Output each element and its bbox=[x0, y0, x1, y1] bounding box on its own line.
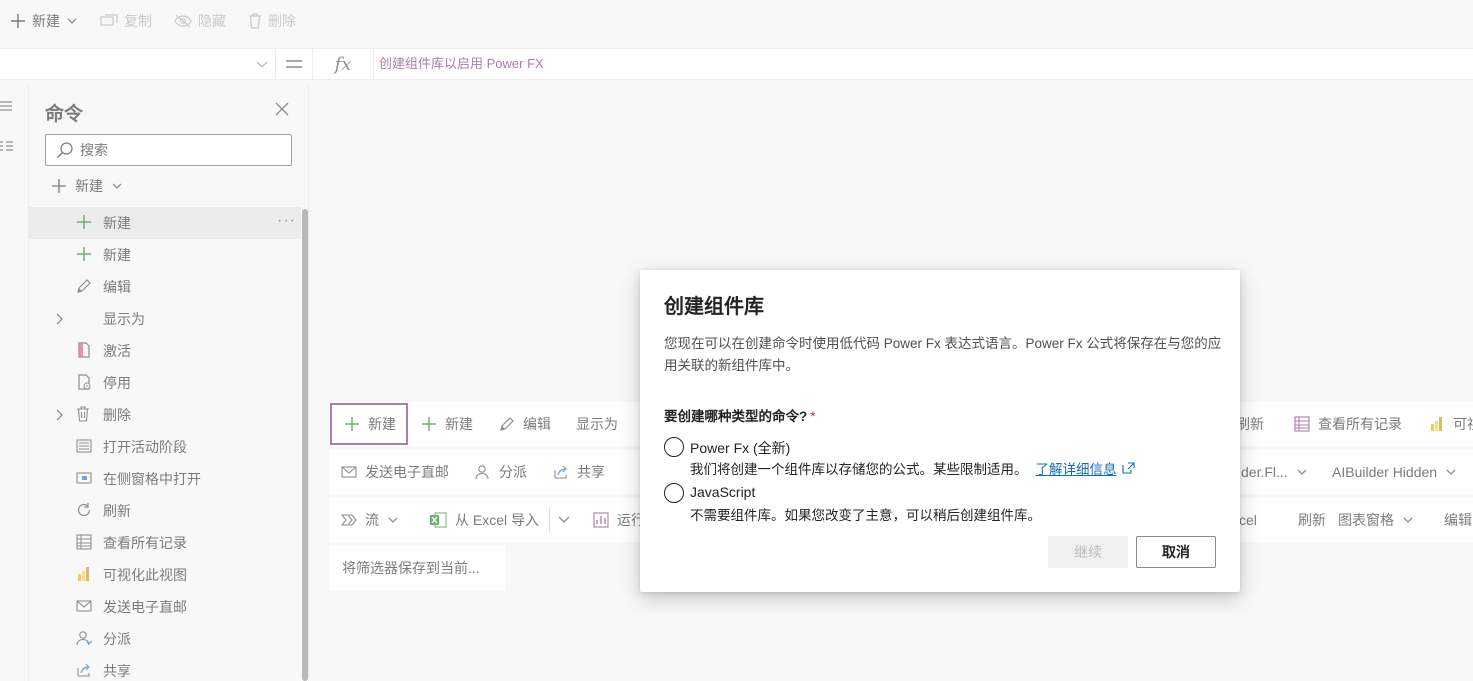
option-javascript-label: JavaScript bbox=[690, 484, 756, 500]
radio-javascript[interactable] bbox=[664, 483, 684, 503]
dialog-question-text: 要创建哪种类型的命令? bbox=[664, 409, 808, 424]
cancel-button[interactable]: 取消 bbox=[1136, 536, 1216, 568]
option-power-fx-label: Power Fx (全新) bbox=[690, 440, 791, 456]
option-power-fx-description: 我们将创建一个组件库以存储您的公式。某些限制适用。 了解详细信息 bbox=[690, 458, 1135, 478]
continue-button[interactable]: 继续 bbox=[1048, 536, 1128, 568]
dialog-title: 创建组件库 bbox=[664, 296, 764, 318]
radio-power-fx[interactable] bbox=[664, 437, 684, 457]
external-link-icon bbox=[1121, 462, 1135, 474]
learn-more-link[interactable]: 了解详细信息 bbox=[1036, 458, 1135, 478]
required-mark: * bbox=[810, 409, 816, 424]
option-javascript-sub: 不需要组件库。如果您改变了主意，可以稍后创建组件库。 bbox=[690, 508, 1041, 523]
dialog-description: 您现在可以在创建命令时使用低代码 Power Fx 表达式语言。Power Fx… bbox=[664, 336, 1222, 373]
create-component-library-dialog: 创建组件库 您现在可以在创建命令时使用低代码 Power Fx 表达式语言。Po… bbox=[640, 270, 1240, 592]
learn-more-label: 了解详细信息 bbox=[1035, 462, 1117, 477]
option-javascript-description: 不需要组件库。如果您改变了主意，可以稍后创建组件库。 bbox=[690, 504, 1041, 524]
option-power-fx-sub: 我们将创建一个组件库以存储您的公式。某些限制适用。 bbox=[690, 462, 1028, 477]
dialog-question: 要创建哪种类型的命令? * bbox=[664, 405, 816, 425]
